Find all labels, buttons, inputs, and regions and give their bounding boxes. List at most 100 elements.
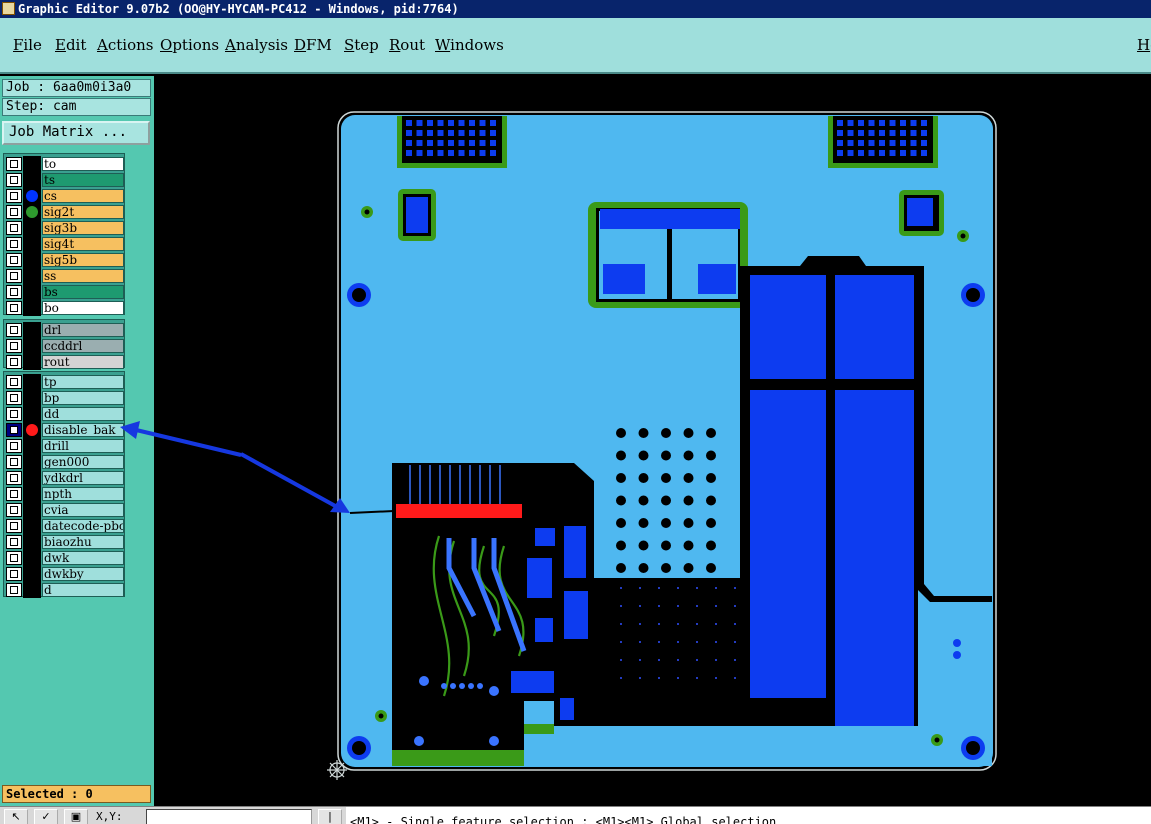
menu-edit[interactable]: Edit xyxy=(55,36,86,54)
layer-color-cell[interactable] xyxy=(23,534,41,550)
layer-checkbox[interactable] xyxy=(6,535,22,549)
select-tool-icon[interactable]: ↖ xyxy=(4,809,28,824)
layer-row-ts[interactable]: ts xyxy=(4,172,124,188)
layer-checkbox[interactable] xyxy=(6,375,22,389)
layer-name[interactable]: sig5b xyxy=(42,253,124,267)
layer-row-bp[interactable]: bp xyxy=(4,390,124,406)
layer-color-cell[interactable] xyxy=(23,406,41,422)
layer-color-cell[interactable] xyxy=(23,422,41,438)
layer-color-cell[interactable] xyxy=(23,220,41,236)
layer-row-to[interactable]: to xyxy=(4,156,124,172)
layer-checkbox[interactable] xyxy=(6,355,22,369)
layer-checkbox[interactable] xyxy=(6,301,22,315)
layer-color-cell[interactable] xyxy=(23,454,41,470)
layer-color-cell[interactable] xyxy=(23,566,41,582)
layer-name[interactable]: sig2t xyxy=(42,205,124,219)
layer-name[interactable]: datecode-pbc xyxy=(42,519,124,533)
layer-name[interactable]: tp xyxy=(42,375,124,389)
layer-row-dwk[interactable]: dwk xyxy=(4,550,124,566)
layer-checkbox[interactable] xyxy=(6,323,22,337)
layer-row-dwkby[interactable]: dwkby xyxy=(4,566,124,582)
layer-name[interactable]: dwkby xyxy=(42,567,124,581)
layer-name[interactable]: sig3b xyxy=(42,221,124,235)
layer-color-cell[interactable] xyxy=(23,300,41,316)
layer-name[interactable]: ts xyxy=(42,173,124,187)
layer-row-biaozhu[interactable]: biaozhu xyxy=(4,534,124,550)
layer-checkbox[interactable] xyxy=(6,487,22,501)
menu-file[interactable]: File xyxy=(13,36,42,54)
layer-color-cell[interactable] xyxy=(23,268,41,284)
layer-name[interactable]: d xyxy=(42,583,124,597)
window-tool-icon[interactable]: ▣ xyxy=(64,809,88,824)
layer-color-cell[interactable] xyxy=(23,470,41,486)
layer-checkbox[interactable] xyxy=(6,253,22,267)
layer-name[interactable]: ss xyxy=(42,269,124,283)
menu-analysis[interactable]: Analysis xyxy=(225,36,288,54)
check-tool-icon[interactable]: ✓ xyxy=(34,809,58,824)
layer-color-cell[interactable] xyxy=(23,322,41,338)
menu-help[interactable]: He xyxy=(1137,36,1151,54)
layer-row-disable_bak[interactable]: disable_bak xyxy=(4,422,124,438)
layer-row-rout[interactable]: rout xyxy=(4,354,124,370)
menu-windows[interactable]: Windows xyxy=(435,36,504,54)
layer-color-cell[interactable] xyxy=(23,518,41,534)
layer-checkbox[interactable] xyxy=(6,471,22,485)
layer-checkbox[interactable] xyxy=(6,269,22,283)
layer-row-sig4t[interactable]: sig4t xyxy=(4,236,124,252)
layer-color-cell[interactable] xyxy=(23,188,41,204)
layer-row-npth[interactable]: npth xyxy=(4,486,124,502)
layer-row-dd[interactable]: dd xyxy=(4,406,124,422)
layer-checkbox[interactable] xyxy=(6,157,22,171)
layer-color-cell[interactable] xyxy=(23,354,41,370)
layer-row-sig3b[interactable]: sig3b xyxy=(4,220,124,236)
layer-name[interactable]: ccddrl xyxy=(42,339,124,353)
layer-color-cell[interactable] xyxy=(23,172,41,188)
layer-checkbox[interactable] xyxy=(6,551,22,565)
layer-name[interactable]: bp xyxy=(42,391,124,405)
layer-color-cell[interactable] xyxy=(23,252,41,268)
layer-checkbox[interactable] xyxy=(6,173,22,187)
menu-rout[interactable]: Rout xyxy=(389,36,425,54)
layer-row-d[interactable]: d xyxy=(4,582,124,598)
menu-dfm[interactable]: DFM xyxy=(294,36,332,54)
layer-checkbox[interactable] xyxy=(6,503,22,517)
job-matrix-button[interactable]: Job Matrix ... xyxy=(2,121,150,145)
layer-row-bo[interactable]: bo xyxy=(4,300,124,316)
layer-color-cell[interactable] xyxy=(23,550,41,566)
layer-name[interactable]: npth xyxy=(42,487,124,501)
layer-color-cell[interactable] xyxy=(23,204,41,220)
layer-checkbox[interactable] xyxy=(6,423,22,437)
layer-checkbox[interactable] xyxy=(6,455,22,469)
layer-color-cell[interactable] xyxy=(23,284,41,300)
layer-color-cell[interactable] xyxy=(23,338,41,354)
layer-name[interactable]: bs xyxy=(42,285,124,299)
layer-color-cell[interactable] xyxy=(23,156,41,172)
layer-color-cell[interactable] xyxy=(23,374,41,390)
layer-checkbox[interactable] xyxy=(6,189,22,203)
layer-name[interactable]: rout xyxy=(42,355,124,369)
layer-checkbox[interactable] xyxy=(6,205,22,219)
prompt-icon[interactable]: | xyxy=(318,809,342,824)
layer-name[interactable]: cvia xyxy=(42,503,124,517)
layer-checkbox[interactable] xyxy=(6,583,22,597)
layer-name[interactable]: biaozhu xyxy=(42,535,124,549)
layer-checkbox[interactable] xyxy=(6,221,22,235)
layer-color-cell[interactable] xyxy=(23,390,41,406)
layer-color-cell[interactable] xyxy=(23,582,41,598)
layer-row-tp[interactable]: tp xyxy=(4,374,124,390)
graphic-canvas[interactable] xyxy=(154,76,1151,806)
menu-options[interactable]: Options xyxy=(160,36,219,54)
layer-checkbox[interactable] xyxy=(6,439,22,453)
layer-row-ss[interactable]: ss xyxy=(4,268,124,284)
layer-color-cell[interactable] xyxy=(23,438,41,454)
layer-row-gen000[interactable]: gen000 xyxy=(4,454,124,470)
layer-row-cs[interactable]: cs xyxy=(4,188,124,204)
layer-row-ccddrl[interactable]: ccddrl xyxy=(4,338,124,354)
layer-name[interactable]: drl xyxy=(42,323,124,337)
layer-name[interactable]: bo xyxy=(42,301,124,315)
layer-row-sig2t[interactable]: sig2t xyxy=(4,204,124,220)
layer-row-drill[interactable]: drill xyxy=(4,438,124,454)
layer-row-bs[interactable]: bs xyxy=(4,284,124,300)
menu-actions[interactable]: Actions xyxy=(97,36,153,54)
layer-checkbox[interactable] xyxy=(6,237,22,251)
